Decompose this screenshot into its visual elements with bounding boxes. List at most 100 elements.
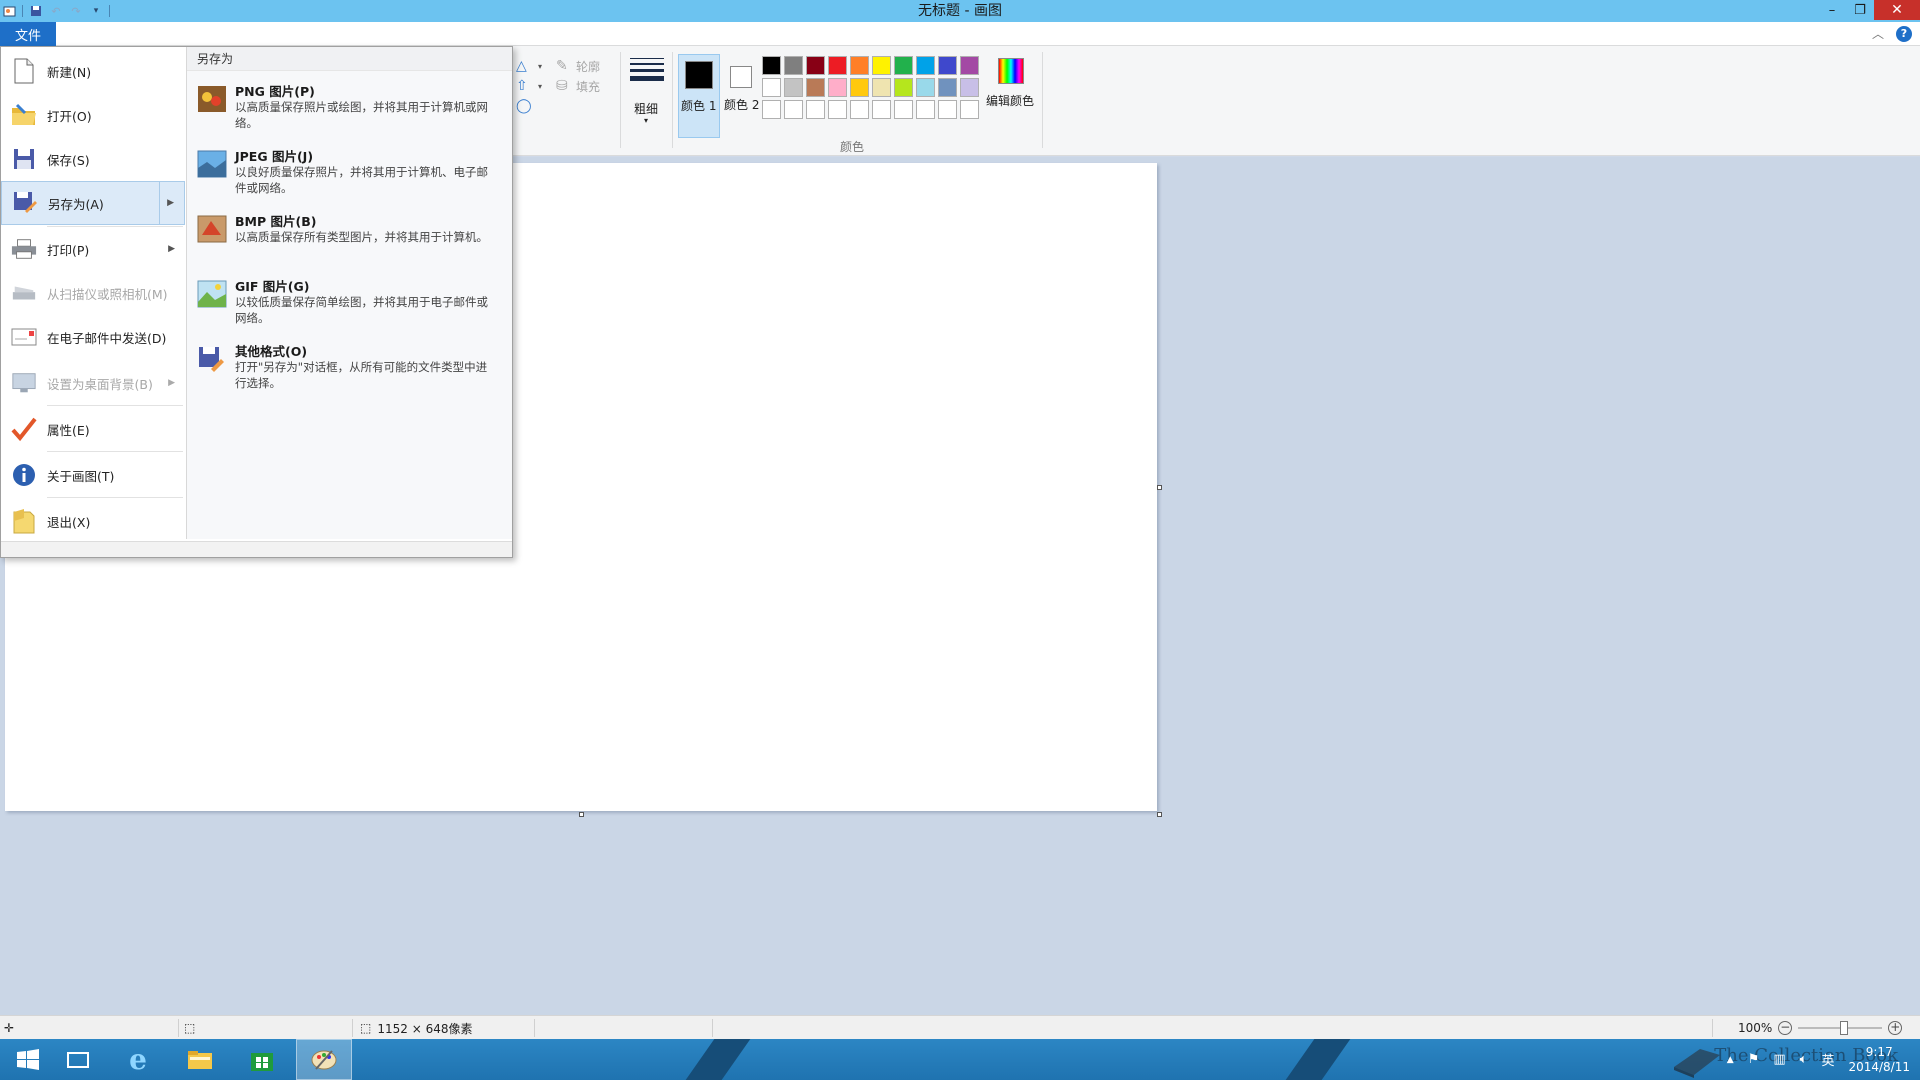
status-bar: ✛ ⬚ ⬚ 1152 × 648像素 100% − + xyxy=(0,1015,1920,1039)
palette-swatch[interactable] xyxy=(872,78,891,97)
palette-swatch[interactable] xyxy=(784,78,803,97)
palette-swatch[interactable] xyxy=(784,56,803,75)
palette-swatch[interactable] xyxy=(806,100,825,119)
other-formats-icon xyxy=(197,345,227,375)
palette-swatch[interactable] xyxy=(938,100,957,119)
resize-handle-corner[interactable] xyxy=(1157,812,1162,817)
taskbar-store-button[interactable] xyxy=(234,1039,290,1080)
save-as-other-formats-option[interactable]: 其他格式(O) 打开"另存为"对话框，从所有可能的文件类型中进行选择。 xyxy=(195,341,501,403)
menu-item-save[interactable]: 保存(S) xyxy=(1,137,185,181)
palette-swatch[interactable] xyxy=(916,56,935,75)
callout-shape-icon[interactable]: ◯ xyxy=(516,98,532,114)
window-title: 无标题 - 画图 xyxy=(918,3,1002,19)
internet-explorer-icon: e xyxy=(129,1043,147,1076)
undo-icon[interactable]: ↶ xyxy=(49,4,63,18)
close-button[interactable]: ✕ xyxy=(1874,0,1920,20)
palette-swatch[interactable] xyxy=(850,56,869,75)
submenu-title: 另存为 xyxy=(187,47,512,71)
menu-item-properties[interactable]: 属性(E) xyxy=(1,407,185,451)
palette-swatch[interactable] xyxy=(894,100,913,119)
palette-swatch[interactable] xyxy=(850,100,869,119)
palette-swatch[interactable] xyxy=(960,78,979,97)
save-as-option-title: BMP 图片(B) xyxy=(235,214,317,229)
taskbar-ie-button[interactable]: e xyxy=(110,1039,166,1080)
fill-button[interactable]: 填充 xyxy=(576,78,600,95)
save-as-gif-option[interactable]: GIF 图片(G) 以较低质量保存简单绘图，并将其用于电子邮件或网络。 xyxy=(195,276,501,338)
start-button[interactable] xyxy=(0,1039,56,1080)
palette-swatch[interactable] xyxy=(916,78,935,97)
menu-item-email[interactable]: 在电子邮件中发送(D) xyxy=(1,315,185,359)
palette-swatch[interactable] xyxy=(872,56,891,75)
palette-swatch[interactable] xyxy=(960,56,979,75)
taskbar-desktop-button[interactable] xyxy=(50,1039,106,1080)
palette-swatch[interactable] xyxy=(850,78,869,97)
palette-swatch[interactable] xyxy=(894,56,913,75)
palette-swatch[interactable] xyxy=(762,56,781,75)
tray-expand-icon[interactable]: ▲ xyxy=(1727,1055,1734,1065)
color2-button[interactable]: 颜色 2 xyxy=(722,54,764,138)
color1-button[interactable]: 颜色 1 xyxy=(678,54,720,138)
submenu-arrow-icon[interactable]: ▶ xyxy=(167,198,174,208)
help-icon[interactable]: ? xyxy=(1896,25,1912,42)
volume-icon[interactable]: 🔈︎ xyxy=(1800,1052,1808,1067)
palette-swatch[interactable] xyxy=(894,78,913,97)
palette-swatch[interactable] xyxy=(828,56,847,75)
arrow-shape-icon[interactable]: ⇧ xyxy=(516,78,532,94)
canvas-size-display: ⬚ 1152 × 648像素 xyxy=(360,1016,472,1040)
palette-swatch[interactable] xyxy=(828,78,847,97)
palette-swatch[interactable] xyxy=(828,100,847,119)
palette-swatch[interactable] xyxy=(762,100,781,119)
palette-swatch[interactable] xyxy=(762,78,781,97)
shapes-scroll-down-icon[interactable]: ▾ xyxy=(538,62,554,78)
palette-swatch[interactable] xyxy=(806,56,825,75)
minimize-ribbon-icon[interactable]: ︿ xyxy=(1872,25,1884,42)
file-menu-commands: 新建(N) 打开(O) 保存(S) 另存为(A) ▶ 打印(P) ▶ 从扫描仪或… xyxy=(1,47,185,541)
menu-item-print[interactable]: 打印(P) ▶ xyxy=(1,227,185,271)
save-as-option-title: JPEG 图片(J) xyxy=(235,149,314,164)
palette-swatch[interactable] xyxy=(806,78,825,97)
save-as-bmp-option[interactable]: BMP 图片(B) 以高质量保存所有类型图片，并将其用于计算机。 xyxy=(195,211,501,273)
save-as-png-option[interactable]: PNG 图片(P) 以高质量保存照片或绘图，并将其用于计算机或网络。 xyxy=(195,81,501,143)
menu-item-exit[interactable]: 退出(X) xyxy=(1,499,185,543)
windows-logo-icon xyxy=(17,1048,39,1070)
quick-save-icon[interactable] xyxy=(29,4,43,18)
zoom-out-button[interactable]: − xyxy=(1778,1021,1793,1035)
zoom-slider[interactable] xyxy=(1798,1021,1883,1035)
shapes-more-icon[interactable]: ▾ xyxy=(538,82,554,98)
menu-item-about[interactable]: 关于画图(T) xyxy=(1,453,185,497)
menu-item-open[interactable]: 打开(O) xyxy=(1,93,185,137)
palette-swatch[interactable] xyxy=(784,100,803,119)
customize-qat-icon[interactable]: ▾ xyxy=(89,4,103,18)
size-button[interactable]: 粗细 ▾ xyxy=(620,54,670,144)
outline-button[interactable]: 轮廓 xyxy=(576,58,600,75)
paint-app-icon[interactable] xyxy=(2,4,16,18)
new-document-icon xyxy=(11,58,37,84)
save-as-jpeg-option[interactable]: JPEG 图片(J) 以良好质量保存照片，并将其用于计算机、电子邮件或网络。 xyxy=(195,146,501,208)
menu-item-save-as[interactable]: 另存为(A) ▶ xyxy=(1,181,185,225)
clock[interactable]: 9:17 2014/8/11 xyxy=(1848,1045,1910,1075)
printer-icon xyxy=(11,236,37,262)
triangle-shape-icon[interactable]: △ xyxy=(516,58,532,74)
palette-swatch[interactable] xyxy=(960,100,979,119)
resize-handle-right[interactable] xyxy=(1157,485,1162,490)
network-icon[interactable]: ▥ xyxy=(1773,1052,1785,1067)
zoom-in-button[interactable]: + xyxy=(1888,1021,1903,1035)
palette-swatch[interactable] xyxy=(938,78,957,97)
palette-swatch[interactable] xyxy=(916,100,935,119)
taskbar-explorer-button[interactable] xyxy=(172,1039,228,1080)
redo-icon[interactable]: ↷ xyxy=(69,4,83,18)
submenu-split-line xyxy=(159,182,160,224)
palette-swatch[interactable] xyxy=(938,56,957,75)
zoom-slider-thumb[interactable] xyxy=(1840,1021,1849,1035)
palette-swatch[interactable] xyxy=(872,100,891,119)
restore-button[interactable]: ❐ xyxy=(1846,0,1874,20)
minimize-button[interactable]: – xyxy=(1818,0,1846,20)
ime-indicator[interactable]: 英 xyxy=(1821,1050,1834,1069)
taskbar-paint-button[interactable] xyxy=(296,1039,352,1080)
action-center-flag-icon[interactable]: ⚑ xyxy=(1748,1052,1760,1067)
menu-item-new[interactable]: 新建(N) xyxy=(1,49,185,93)
edit-colors-button[interactable]: 编辑颜色 xyxy=(986,56,1038,136)
color2-swatch xyxy=(730,66,752,88)
resize-handle-bottom[interactable] xyxy=(579,812,584,817)
file-tab[interactable]: 文件 xyxy=(0,22,56,46)
